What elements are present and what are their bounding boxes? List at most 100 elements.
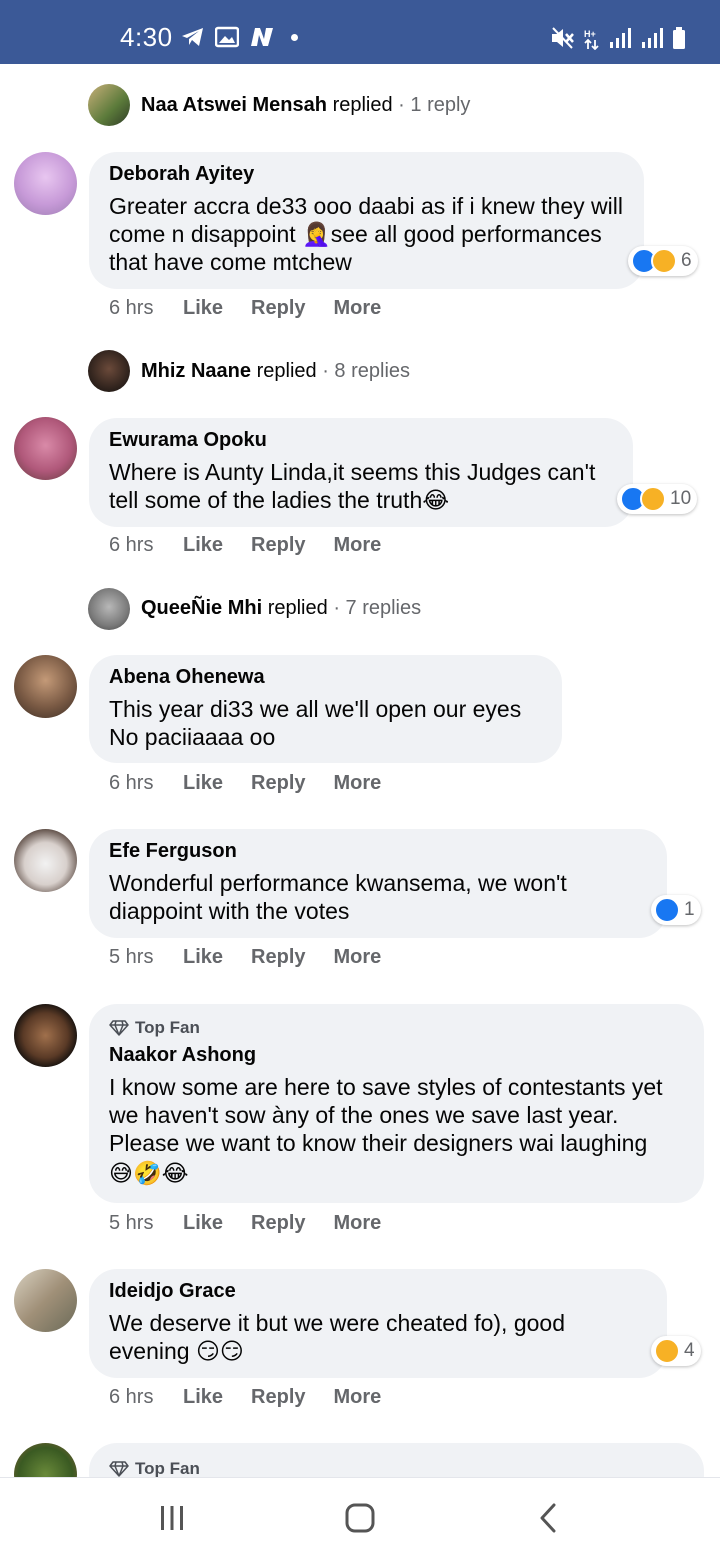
avatar-efe-ferguson[interactable] — [14, 829, 77, 892]
system-nav-bar — [0, 1477, 720, 1561]
comment-actions: 6 hrs Like Reply More — [109, 1386, 409, 1409]
comment-bubble: Deborah Ayitey Greater accra de33 ooo da… — [89, 152, 644, 289]
avatar-deborah-ayitey[interactable] — [14, 152, 77, 215]
back-icon — [540, 1503, 556, 1533]
more-button[interactable]: More — [334, 772, 382, 795]
comment-text: Greater accra de33 ooo daabi as if i kne… — [109, 193, 623, 275]
more-button[interactable]: More — [334, 1386, 382, 1409]
diamond-icon — [109, 1461, 129, 1477]
comment-author[interactable]: Ideidjo Grace — [109, 1280, 647, 1302]
reaction-count: 1 — [684, 899, 695, 920]
gallery-icon — [215, 26, 239, 48]
haha-reaction-icon — [651, 248, 677, 274]
haha-reaction-icon — [640, 486, 666, 512]
reaction-summary[interactable]: 1 — [651, 895, 701, 925]
svg-text:H+: H+ — [584, 29, 596, 39]
top-fan-label: Top Fan — [135, 1018, 200, 1037]
reply-summary[interactable]: Mhiz Naane replied · 8 replies — [141, 360, 410, 383]
like-reaction-icon — [654, 897, 680, 923]
reply-summary[interactable]: Naa Atswei Mensah replied · 1 reply — [141, 94, 470, 117]
comment-text: This year di33 we all we'll open our eye… — [109, 696, 522, 750]
diamond-icon — [109, 1020, 129, 1036]
reply-verb: replied — [256, 360, 317, 382]
like-button[interactable]: Like — [183, 1386, 223, 1409]
comment-time[interactable]: 5 hrs — [109, 946, 183, 969]
like-button[interactable]: Like — [183, 946, 223, 969]
recents-button[interactable] — [152, 1498, 192, 1538]
comment-time[interactable]: 6 hrs — [109, 1386, 183, 1409]
reaction-count: 10 — [670, 488, 692, 509]
laughing-emojis: 😅🤣😂 — [109, 1159, 189, 1186]
reaction-summary[interactable]: 10 — [617, 484, 698, 514]
comment-bubble: Efe Ferguson Wonderful performance kwans… — [89, 829, 667, 938]
reaction-summary[interactable]: 4 — [651, 1336, 701, 1366]
reply-button[interactable]: Reply — [251, 772, 305, 795]
comment-time[interactable]: 6 hrs — [109, 534, 183, 557]
avatar-ewurama-opoku[interactable] — [14, 417, 77, 480]
comment-author[interactable]: Ewurama Opoku — [109, 429, 613, 451]
data-arrows-icon: H+ — [584, 29, 599, 50]
signal-icon — [610, 28, 631, 48]
status-left-icons — [181, 26, 298, 48]
comment-author[interactable]: Deborah Ayitey — [109, 163, 624, 185]
reply-count: · 8 replies — [322, 360, 411, 382]
like-button[interactable]: Like — [183, 772, 223, 795]
comment-bubble: Top Fan Naakor Ashong I know some are he… — [89, 1004, 704, 1203]
comment-actions: 6 hrs Like Reply More — [109, 297, 409, 320]
comment-text: Wonderful performance kwansema, we won't… — [109, 870, 567, 924]
more-button[interactable]: More — [334, 297, 382, 320]
comment-actions: 6 hrs Like Reply More — [109, 772, 409, 795]
avatar-queenie-mhi[interactable] — [88, 588, 130, 630]
avatar-mhiz-naane[interactable] — [88, 350, 130, 392]
comment-bubble: Ideidjo Grace We deserve it but we were … — [89, 1269, 667, 1378]
comment-time[interactable]: 6 hrs — [109, 297, 183, 320]
reply-button[interactable]: Reply — [251, 534, 305, 557]
comment-bubble: Ewurama Opoku Where is Aunty Linda,it se… — [89, 418, 633, 527]
avatar-naa-atswei-mensah[interactable] — [88, 84, 130, 126]
reply-button[interactable]: Reply — [251, 1386, 305, 1409]
comment-author[interactable]: Efe Ferguson — [109, 840, 647, 862]
reply-button[interactable]: Reply — [251, 1212, 305, 1235]
avatar-naakor-ashong[interactable] — [14, 1004, 77, 1067]
reaction-count: 4 — [684, 1340, 695, 1361]
comment-time[interactable]: 5 hrs — [109, 1212, 183, 1235]
reply-button[interactable]: Reply — [251, 297, 305, 320]
more-button[interactable]: More — [334, 1212, 382, 1235]
reply-count: · 7 replies — [333, 597, 422, 619]
avatar-abena-ohenewa[interactable] — [14, 655, 77, 718]
comment-author[interactable]: Naakor Ashong — [109, 1044, 684, 1066]
haha-reaction-icon — [654, 1338, 680, 1364]
comment-text: We deserve it but we were cheated fo), g… — [109, 1310, 566, 1364]
home-button[interactable] — [340, 1498, 380, 1538]
top-fan-label: Top Fan — [135, 1459, 200, 1478]
home-icon — [345, 1503, 375, 1533]
more-button[interactable]: More — [334, 534, 382, 557]
n-app-icon — [251, 28, 273, 46]
recents-icon — [161, 1506, 183, 1530]
reply-verb: replied — [332, 94, 393, 116]
top-fan-badge: Top Fan — [109, 1459, 684, 1479]
like-button[interactable]: Like — [183, 534, 223, 557]
like-button[interactable]: Like — [183, 1212, 223, 1235]
reaction-summary[interactable]: 6 — [628, 246, 698, 276]
status-right-icons: H+ — [550, 26, 686, 50]
comment-time[interactable]: 6 hrs — [109, 772, 183, 795]
reply-summary[interactable]: QueeÑie Mhi replied · 7 replies — [141, 597, 421, 620]
top-fan-badge: Top Fan — [109, 1018, 684, 1038]
avatar-ideidjo-grace[interactable] — [14, 1269, 77, 1332]
more-button[interactable]: More — [334, 946, 382, 969]
mute-icon — [552, 27, 574, 49]
comment-bubble: Abena Ohenewa This year di33 we all we'l… — [89, 655, 562, 763]
comment-author[interactable]: Abena Ohenewa — [109, 666, 542, 688]
comment-text: Where is Aunty Linda,it seems this Judge… — [109, 459, 596, 513]
comment-actions: 5 hrs Like Reply More — [109, 1212, 409, 1235]
reaction-count: 6 — [681, 250, 692, 271]
back-button[interactable] — [528, 1498, 568, 1538]
reply-author: Naa Atswei Mensah — [141, 94, 327, 116]
reply-verb: replied — [267, 597, 328, 619]
like-button[interactable]: Like — [183, 297, 223, 320]
reply-button[interactable]: Reply — [251, 946, 305, 969]
status-bar: 4:30 H+ — [0, 0, 720, 64]
comment-actions: 6 hrs Like Reply More — [109, 534, 409, 557]
signal-icon-2 — [642, 28, 663, 48]
